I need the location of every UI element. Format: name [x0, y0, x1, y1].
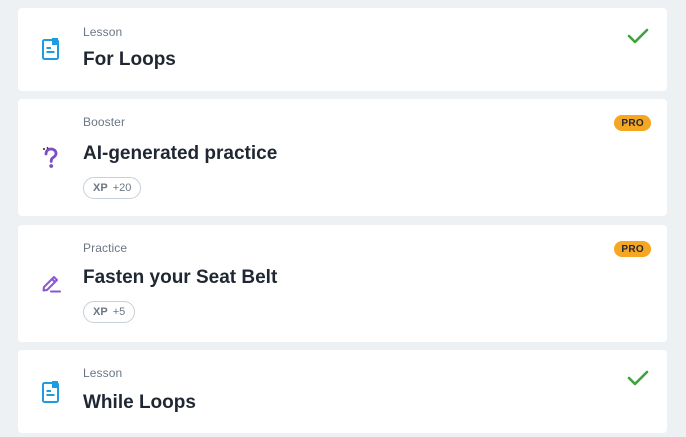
xp-label: XP [93, 306, 108, 318]
lesson-icon [40, 381, 62, 403]
item-type: Lesson [83, 25, 123, 39]
item-title: Fasten your Seat Belt [83, 267, 278, 288]
lesson-card-while-loops[interactable]: Lesson While Loops [18, 350, 667, 433]
item-type: Booster [83, 115, 126, 129]
xp-value: +20 [112, 182, 132, 194]
pro-badge: PRO [614, 241, 651, 257]
lesson-icon [40, 38, 62, 60]
check-icon [627, 369, 649, 387]
pro-badge: PRO [614, 115, 651, 131]
lesson-card-for-loops[interactable]: Lesson For Loops [18, 8, 667, 91]
xp-badge: XP +5 [83, 301, 136, 323]
check-icon [627, 27, 649, 45]
item-type: Lesson [83, 366, 123, 380]
xp-badge: XP +20 [83, 177, 142, 199]
practice-card-seat-belt[interactable]: Practice Fasten your Seat Belt XP +5 PRO [18, 225, 667, 342]
booster-card-ai-practice[interactable]: Booster AI-generated practice XP +20 PRO [18, 99, 667, 216]
item-type: Practice [83, 241, 128, 255]
lesson-list: Lesson For Loops Booster AI-generated pr… [0, 0, 686, 437]
item-title: AI-generated practice [83, 143, 278, 164]
item-title: While Loops [83, 392, 196, 413]
practice-icon [40, 271, 62, 293]
booster-icon [40, 147, 62, 169]
item-title: For Loops [83, 49, 176, 70]
xp-label: XP [93, 182, 108, 194]
xp-value: +5 [112, 306, 126, 318]
